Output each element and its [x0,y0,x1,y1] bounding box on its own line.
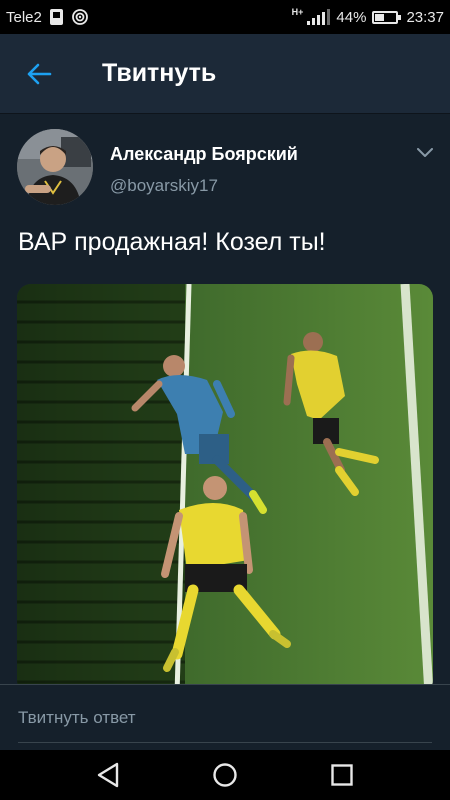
tweet-menu-button[interactable] [414,144,436,162]
tweet: Александр Боярский @boyarskiy17 ВАР прод… [0,114,450,694]
home-circle-icon [213,763,237,787]
battery-fill [375,13,385,21]
football-photo [17,284,433,694]
carrier-label: Tele2 [6,8,42,26]
tweet-media-photo[interactable] [17,284,433,694]
status-bar: Tele2 H+ 44% 23:37 [0,0,450,34]
avatar-image [17,129,93,205]
app-header: Твитнуть [0,34,450,114]
back-triangle-icon [98,762,119,788]
battery-icon [372,10,402,24]
reply-input[interactable] [18,705,432,743]
signal-icon [307,9,331,25]
recents-square-icon [330,764,353,786]
hotspot-icon [71,9,88,25]
status-right: H+ 44% 23:37 [291,7,444,26]
clock: 23:37 [406,8,444,26]
nav-recents-button[interactable] [322,755,362,795]
status-left: Tele2 [6,8,89,26]
nav-home-button[interactable] [205,755,245,795]
network-type: H+ [291,7,304,17]
reply-bar [0,684,450,750]
page-title: Твитнуть [102,59,217,87]
sim-card-icon [49,9,63,25]
author-name[interactable]: Александр Боярский [110,144,298,165]
arrow-left-icon [27,63,52,84]
chevron-down-icon [417,148,433,157]
avatar[interactable] [17,129,93,205]
back-button[interactable] [0,34,78,114]
system-nav-bar [0,750,450,800]
tweet-text: ВАР продажная! Козел ты! [18,228,326,256]
author-handle[interactable]: @boyarskiy17 [110,176,218,196]
nav-back-button[interactable] [88,755,128,795]
battery-percent: 44% [336,8,367,26]
